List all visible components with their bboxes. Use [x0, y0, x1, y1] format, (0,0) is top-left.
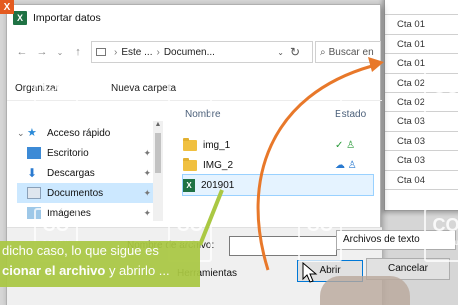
watermark-logo: COCOMPU	[168, 70, 212, 124]
nav-item-label: Acceso rápido	[47, 127, 111, 139]
download-icon: ⬇	[27, 166, 38, 180]
scroll-up-icon[interactable]: ▲	[153, 121, 163, 131]
nav-item-label: Escritorio	[47, 147, 89, 159]
nav-item-label: Documentos	[47, 187, 104, 199]
hand-photo	[320, 276, 410, 305]
address-field[interactable]: › Este ... › Documen... ⌄	[91, 41, 313, 63]
sync-status: ☁ ♙	[335, 159, 357, 171]
file-row[interactable]: IMG_2 ☁ ♙	[183, 155, 373, 175]
screen: Cta 01 Cta 01 Cta 01 Cta 02 Cta 02 Cta 0…	[0, 0, 458, 305]
chevron-right-icon: ›	[156, 46, 160, 58]
excel-icon: X	[0, 0, 14, 14]
folder-path-icon	[96, 48, 106, 56]
nav-item-label: Descargas	[47, 167, 95, 179]
title-bar: X Importar datos	[7, 5, 380, 31]
chevron-down-icon[interactable]: ⌄	[277, 48, 284, 57]
sheet-cell[interactable]: Cta 03	[385, 151, 458, 171]
navigation-pane: ⌄ ★ Acceso rápido Escritorio ✦ ⬇ Descarg…	[7, 105, 157, 223]
address-bar: ← → ⌄ ↑ › Este ... › Documen... ⌄ ↻ ⌕ Bu…	[7, 39, 382, 65]
nav-item-quick-access[interactable]: ⌄ ★ Acceso rápido	[17, 123, 155, 143]
watermark-logo: COCOMPU	[424, 208, 458, 262]
forward-icon[interactable]: →	[33, 42, 51, 62]
scroll-thumb[interactable]	[155, 133, 161, 173]
pin-icon[interactable]: ✦	[143, 208, 151, 219]
chevron-down-icon: ⌄	[17, 127, 25, 138]
pin-icon[interactable]: ✦	[143, 168, 151, 179]
nav-scrollbar[interactable]: ▲	[153, 121, 163, 221]
file-name: 201901	[201, 179, 235, 191]
sheet-cell[interactable]: Cta 01	[385, 35, 458, 55]
sheet-cell[interactable]: Cta 01	[385, 15, 458, 35]
watermark-logo: COCOMPU	[424, 70, 458, 124]
nav-item-documents[interactable]: Documentos ✦	[17, 183, 155, 203]
caption-bold: cionar el archivo	[2, 263, 106, 278]
file-row[interactable]: img_1 ✓ ♙	[183, 135, 373, 155]
documents-icon	[27, 187, 41, 199]
caption-rest: y abrirlo ...	[105, 263, 170, 278]
caption-line1: dicho caso, lo que sigue es	[2, 243, 159, 258]
search-placeholder: Buscar en	[328, 46, 374, 58]
file-name: img_1	[203, 139, 231, 151]
excel-file-icon: X	[183, 178, 195, 192]
watermark-logo: COCOMPU	[34, 70, 78, 124]
chevron-down-icon[interactable]: ⌄	[51, 42, 69, 62]
file-row-selected[interactable]: X 201901	[182, 174, 374, 196]
star-icon: ★	[27, 127, 37, 139]
chevron-right-icon: ›	[114, 46, 118, 58]
search-icon: ⌕	[320, 46, 326, 58]
search-input[interactable]: ⌕ Buscar en	[315, 41, 381, 63]
pin-icon[interactable]: ✦	[143, 188, 151, 199]
desktop-icon	[27, 147, 41, 159]
pin-icon[interactable]: ✦	[143, 148, 151, 159]
sync-status: ✓ ♙	[335, 139, 356, 151]
nav-item-downloads[interactable]: ⬇ Descargas ✦	[17, 163, 155, 183]
nav-item-desktop[interactable]: Escritorio ✦	[17, 143, 155, 163]
up-icon[interactable]: ↑	[69, 42, 87, 62]
folder-icon	[183, 137, 197, 151]
file-name: IMG_2	[203, 159, 234, 171]
tutorial-caption: dicho caso, lo que sigue es cionar el ar…	[0, 241, 200, 287]
breadcrumb-item[interactable]: Documen...	[164, 47, 215, 58]
excel-icon: X	[13, 11, 27, 25]
sheet-cell[interactable]: Cta 04	[385, 171, 458, 190]
folder-icon	[183, 157, 197, 171]
dialog-title: Importar datos	[33, 12, 101, 24]
sheet-cell[interactable]	[385, 0, 458, 16]
refresh-icon[interactable]: ↻	[287, 44, 303, 60]
watermark-logo: COCOMPU	[298, 70, 342, 124]
mouse-cursor-icon	[302, 262, 318, 283]
breadcrumb-item[interactable]: Este ...	[121, 47, 152, 58]
sheet-cell[interactable]: Cta 03	[385, 132, 458, 152]
watermark-logo: COCOMPU	[298, 208, 342, 262]
back-icon[interactable]: ←	[13, 42, 31, 62]
new-folder-button[interactable]: Nueva carpeta	[111, 83, 176, 94]
caption-line2: cionar el archivo y abrirlo ...	[2, 263, 170, 278]
